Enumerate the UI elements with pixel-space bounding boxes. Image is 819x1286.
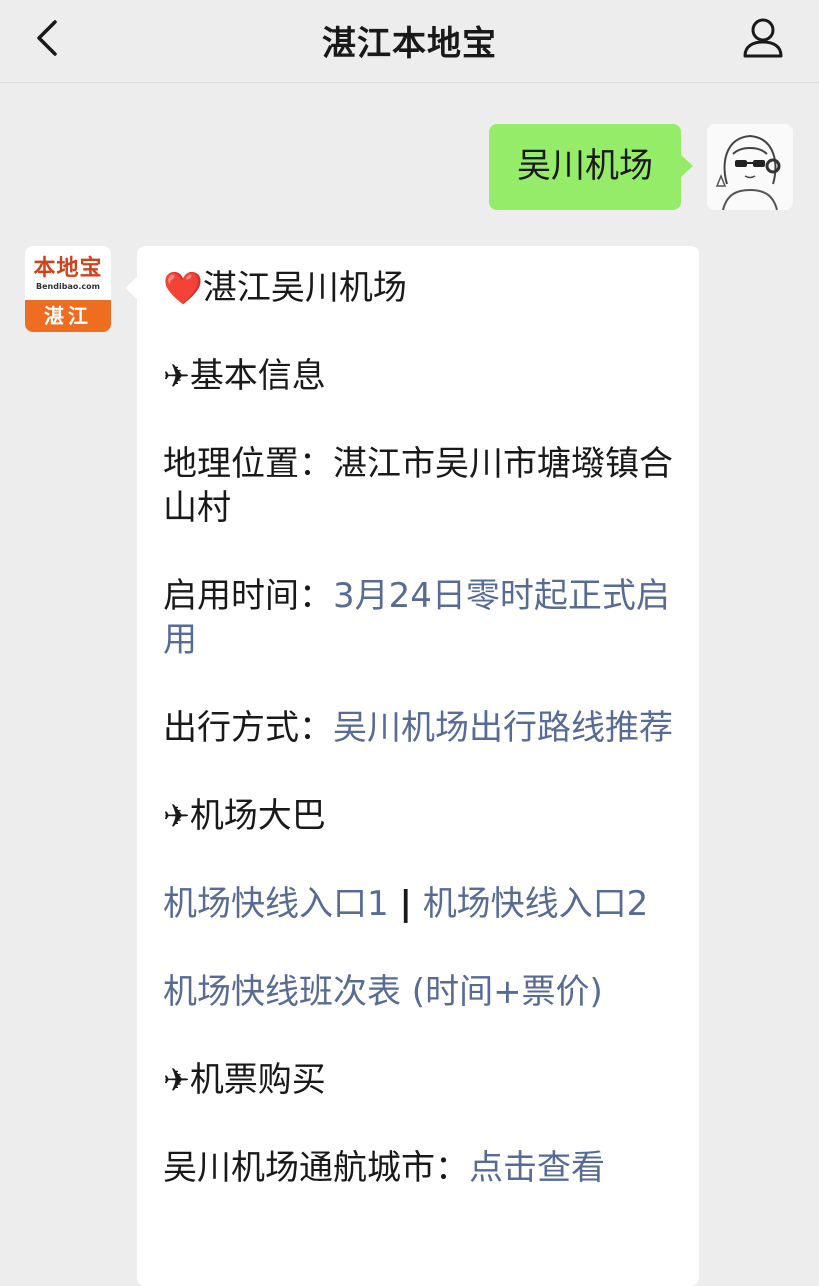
bot-avatar[interactable]: 本地宝 Bendibao.com 湛江 — [25, 246, 111, 332]
bot-domain-text: Bendibao.com — [36, 282, 100, 291]
express-entry-1-link[interactable]: 机场快线入口1 — [163, 884, 389, 924]
user-avatar[interactable] — [707, 124, 793, 210]
bot-city-label: 湛江 — [25, 300, 111, 332]
airplane-icon: ✈ — [163, 797, 190, 835]
page-title: 湛江本地宝 — [322, 24, 497, 64]
incoming-message-bubble: ❤️湛江吴川机场 ✈基本信息 地理位置：湛江市吴川市塘墢镇合山村 启用时间：3月… — [125, 246, 699, 1286]
section-title: 机场大巴 — [189, 796, 326, 836]
airplane-icon: ✈ — [163, 1061, 190, 1099]
travel-line: 出行方式：吴川机场出行路线推荐 — [163, 706, 675, 750]
anime-avatar-icon — [707, 124, 793, 210]
location-label: 地理位置： — [163, 444, 333, 484]
outgoing-message-row: 吴川机场 — [489, 124, 793, 210]
express-entry-2-link[interactable]: 机场快线入口2 — [423, 884, 649, 924]
bot-avatar-logo: 本地宝 Bendibao.com — [25, 246, 111, 298]
bot-logo-text: 本地宝 — [33, 255, 103, 280]
heart-icon: ❤️ — [163, 269, 203, 307]
open-time-line: 启用时间：3月24日零时起正式启用 — [163, 574, 675, 662]
incoming-message-row: 本地宝 Bendibao.com 湛江 ❤️湛江吴川机场 ✈基本信息 地理位置：… — [25, 246, 699, 1286]
link-separator: | — [399, 884, 412, 924]
section-airport-bus: ✈机场大巴 — [163, 794, 675, 838]
cities-label: 吴川机场通航城市： — [163, 1148, 469, 1188]
cities-view-link[interactable]: 点击查看 — [469, 1148, 605, 1188]
person-icon — [743, 18, 783, 58]
travel-route-link[interactable]: 吴川机场出行路线推荐 — [333, 708, 673, 748]
section-title: 机票购买 — [189, 1060, 326, 1100]
section-ticket-purchase: ✈机票购买 — [163, 1058, 675, 1102]
bus-schedule-line: 机场快线班次表 (时间+票价) — [163, 970, 675, 1014]
cities-line: 吴川机场通航城市：点击查看 — [163, 1146, 675, 1190]
express-schedule-link[interactable]: 机场快线班次表 (时间+票价) — [163, 972, 603, 1012]
heading-text: 湛江吴川机场 — [202, 268, 407, 308]
airplane-icon: ✈ — [163, 357, 190, 395]
nav-bar: 湛江本地宝 — [0, 0, 819, 83]
profile-button[interactable] — [737, 12, 789, 64]
travel-label: 出行方式： — [163, 708, 333, 748]
message-heading: ❤️湛江吴川机场 — [163, 266, 675, 310]
open-time-label: 启用时间： — [163, 576, 333, 616]
section-title: 基本信息 — [189, 356, 326, 396]
location-line: 地理位置：湛江市吴川市塘墢镇合山村 — [163, 442, 675, 530]
bus-entry-line: 机场快线入口1 | 机场快线入口2 — [163, 882, 675, 926]
outgoing-message-bubble[interactable]: 吴川机场 — [489, 124, 693, 210]
section-basic-info: ✈基本信息 — [163, 354, 675, 398]
